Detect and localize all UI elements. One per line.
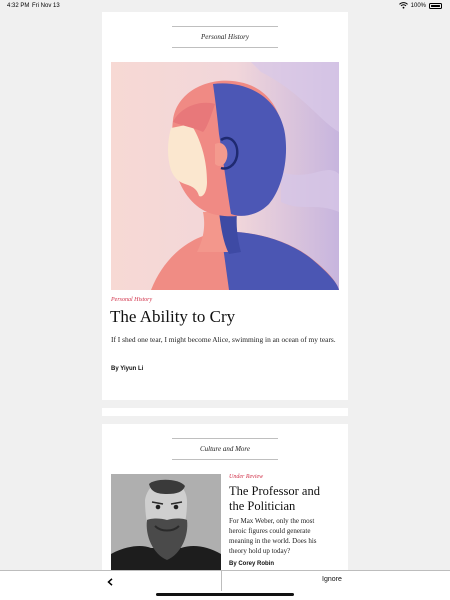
- status-icons: 100%: [398, 2, 442, 9]
- status-date: Fri Nov 13: [32, 3, 60, 9]
- title-line: the Politician: [229, 499, 296, 513]
- toolbar-divider: [221, 571, 222, 591]
- dek-line: heroic figures could generate: [229, 527, 311, 535]
- article-kicker: Under Review: [229, 474, 264, 480]
- section-header: Culture and More: [172, 438, 278, 460]
- article-kicker: Personal History: [111, 297, 153, 303]
- hero-illustration: [111, 62, 339, 290]
- article-byline: By Yiyun Li: [111, 366, 144, 372]
- article-card[interactable]: Personal History Personal History The Ab…: [102, 12, 348, 400]
- battery-percent: 100%: [410, 2, 426, 9]
- article-title[interactable]: The Professor and the Politician: [229, 484, 320, 514]
- section-header: Personal History: [172, 26, 278, 48]
- back-button[interactable]: [104, 576, 116, 588]
- article-dek: For Max Weber, only the most heroic figu…: [229, 516, 345, 556]
- status-time: 4:32 PM: [7, 3, 30, 9]
- wifi-icon: [398, 2, 408, 9]
- card-separator: [102, 408, 348, 416]
- chevron-left-icon: [107, 578, 113, 586]
- status-bar: 4:32 PM Fri Nov 13 100%: [0, 0, 450, 12]
- article-dek: If I shed one tear, I might become Alice…: [111, 335, 336, 344]
- article-title[interactable]: The Ability to Cry: [110, 307, 235, 327]
- battery-icon: [429, 2, 442, 9]
- article-card[interactable]: Culture and More Under Review The Profes…: [102, 424, 348, 570]
- article-byline: By Corey Robin: [229, 561, 275, 567]
- dek-line: meaning in the world. Does his: [229, 537, 317, 545]
- ignore-button[interactable]: Ignore: [322, 576, 342, 583]
- dek-line: For Max Weber, only the most: [229, 517, 315, 525]
- home-indicator: [156, 593, 294, 596]
- title-line: The Professor and: [229, 484, 320, 498]
- portrait-photo: [111, 474, 221, 570]
- dek-line: theory hold up today?: [229, 547, 291, 555]
